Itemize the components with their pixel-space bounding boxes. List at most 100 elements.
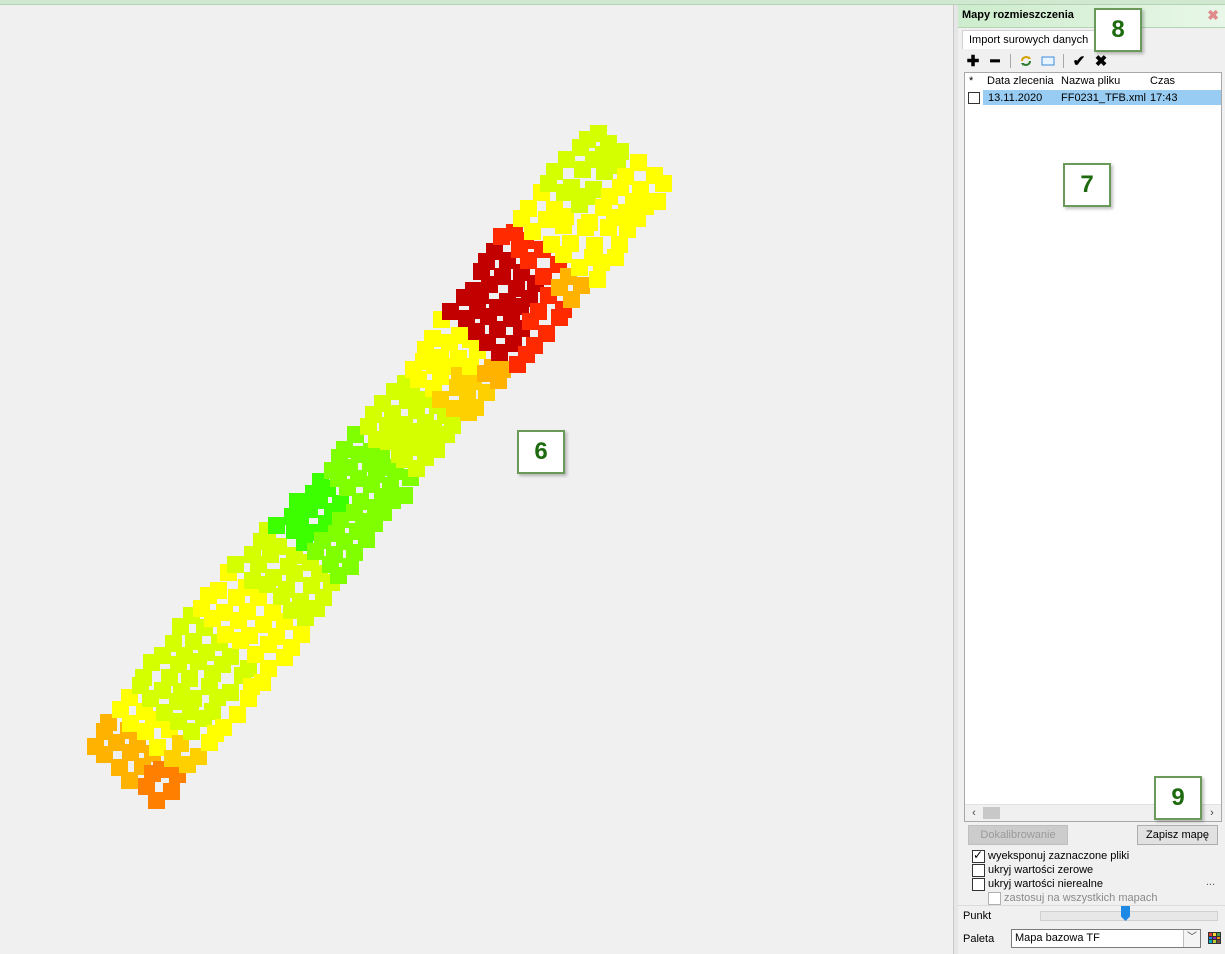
map-cell <box>164 750 181 767</box>
map-cell <box>630 154 647 171</box>
map-cell <box>244 572 261 589</box>
cell-file: FF0231_TFB.xml <box>1061 92 1146 104</box>
tab-raw-data-import[interactable]: Import surowych danych <box>962 30 1096 49</box>
option-apply-all: zastosuj na wszystkich mapach <box>988 891 1157 905</box>
map-cell <box>149 739 166 756</box>
tab-row: Import surowych danych <box>958 27 1225 49</box>
checkmark-icon[interactable]: ✔ <box>1070 52 1088 70</box>
label-export-selected: wyeksponuj zaznaczone pliki <box>988 850 1130 862</box>
map-cell <box>462 358 479 375</box>
column-header-star[interactable]: * <box>969 75 973 87</box>
label-apply-all: zastosuj na wszystkich mapach <box>1004 892 1158 904</box>
map-cell <box>148 792 165 809</box>
calibrate-button[interactable]: Dokalibrowanie <box>968 825 1068 845</box>
checkbox-hide-unreal[interactable] <box>972 877 985 891</box>
rectangle-icon[interactable] <box>1039 52 1057 70</box>
panel-title: Mapy rozmieszczenia <box>962 9 1074 21</box>
cell-time: 17:43 <box>1150 92 1178 104</box>
minus-icon[interactable]: ━ <box>986 52 1004 70</box>
map-cell <box>520 200 537 217</box>
list-header: * Data zlecenia Nazwa pliku Czas <box>965 73 1221 89</box>
column-header-file[interactable]: Nazwa pliku <box>1061 75 1120 87</box>
map-cell <box>315 589 332 606</box>
option-hide-unreal[interactable]: ukryj wartości nierealne <box>972 877 1103 891</box>
section-divider <box>958 905 1225 906</box>
scroll-thumb[interactable] <box>983 807 1000 819</box>
column-header-date[interactable]: Data zlecenia <box>987 75 1054 87</box>
scroll-left-icon[interactable]: ‹ <box>967 806 981 820</box>
map-cell <box>467 399 484 416</box>
chevron-down-icon[interactable]: ﹀ <box>1183 930 1200 947</box>
map-cell <box>612 143 629 160</box>
option-export-selected[interactable]: wyeksponuj zaznaczone pliki <box>972 848 1130 863</box>
refresh-icon[interactable] <box>1017 52 1035 70</box>
point-label: Punkt <box>963 910 992 922</box>
map-cell <box>222 684 239 701</box>
map-cell <box>163 783 180 800</box>
column-header-time[interactable]: Czas <box>1150 75 1175 87</box>
palette-select-value: Mapa bazowa TF <box>1015 932 1100 944</box>
cell-date: 13.11.2020 <box>988 92 1043 104</box>
map-cell <box>293 626 310 643</box>
checkbox-export-selected[interactable] <box>972 848 985 863</box>
map-cell <box>581 214 598 231</box>
map-cell <box>268 517 285 534</box>
map-cell <box>589 271 606 288</box>
map-cell <box>586 237 603 254</box>
scroll-right-icon[interactable]: › <box>1205 806 1219 820</box>
map-cell <box>222 648 239 665</box>
table-row[interactable]: 13.11.2020 FF0231_TFB.xml 17:43 <box>965 90 1221 106</box>
map-cell <box>424 330 441 347</box>
palette-label: Paleta <box>963 933 995 945</box>
panel-header: Mapy rozmieszczenia ✖ <box>958 5 1225 28</box>
map-cell <box>268 628 285 645</box>
map-cell <box>655 175 672 192</box>
map-cell <box>611 236 628 253</box>
checkbox-hide-zero[interactable] <box>972 863 985 877</box>
map-cell <box>229 706 246 723</box>
callout-tab: 8 <box>1094 8 1142 52</box>
distribution-map-heatmap <box>87 125 672 809</box>
map-cell <box>181 670 198 687</box>
row-checkbox[interactable] <box>968 92 980 104</box>
map-cell <box>563 179 580 196</box>
map-cell <box>428 441 445 458</box>
map-cell <box>649 193 666 210</box>
map-cell <box>358 531 375 548</box>
distribution-map-canvas[interactable]: 6 7 <box>0 5 1111 954</box>
map-cell <box>573 277 590 294</box>
map-cell <box>292 518 309 535</box>
checkbox-apply-all <box>988 891 1001 905</box>
more-options-ellipsis[interactable]: ... <box>1206 876 1215 888</box>
map-cell <box>135 669 152 686</box>
label-hide-zero: ukryj wartości zerowe <box>988 864 1094 876</box>
plus-icon[interactable]: ✚ <box>964 52 982 70</box>
map-cell <box>535 268 552 285</box>
callout-list: 7 <box>1063 163 1111 207</box>
map-cell <box>286 565 303 582</box>
label-hide-unreal: ukryj wartości nierealne <box>988 878 1103 890</box>
map-cell <box>352 493 369 510</box>
palette-select[interactable]: Mapa bazowa TF ﹀ <box>1011 929 1201 948</box>
cross-icon[interactable]: ✖ <box>1092 52 1110 70</box>
map-cell <box>410 371 427 388</box>
map-cell <box>260 660 277 677</box>
map-cell <box>336 441 353 458</box>
callout-map: 6 <box>517 430 565 474</box>
option-hide-zero[interactable]: ukryj wartości zerowe <box>972 863 1093 877</box>
map-cell <box>292 593 309 610</box>
toolbar-separator <box>1063 54 1064 68</box>
save-map-button[interactable]: Zapisz mapę <box>1137 825 1218 845</box>
map-cell <box>538 325 555 342</box>
palette-grid-icon[interactable] <box>1208 932 1221 944</box>
callout-save: 9 <box>1154 776 1202 820</box>
toolbar-separator <box>1010 54 1011 68</box>
map-cell <box>585 181 602 198</box>
map-cell <box>210 582 227 599</box>
map-cell <box>530 303 547 320</box>
distribution-maps-panel: Mapy rozmieszczenia ✖ Import surowych da… <box>958 5 1225 954</box>
close-icon[interactable]: ✖ <box>1207 7 1219 24</box>
map-cell <box>396 487 413 504</box>
map-cell <box>494 361 511 378</box>
map-cell <box>185 690 202 707</box>
